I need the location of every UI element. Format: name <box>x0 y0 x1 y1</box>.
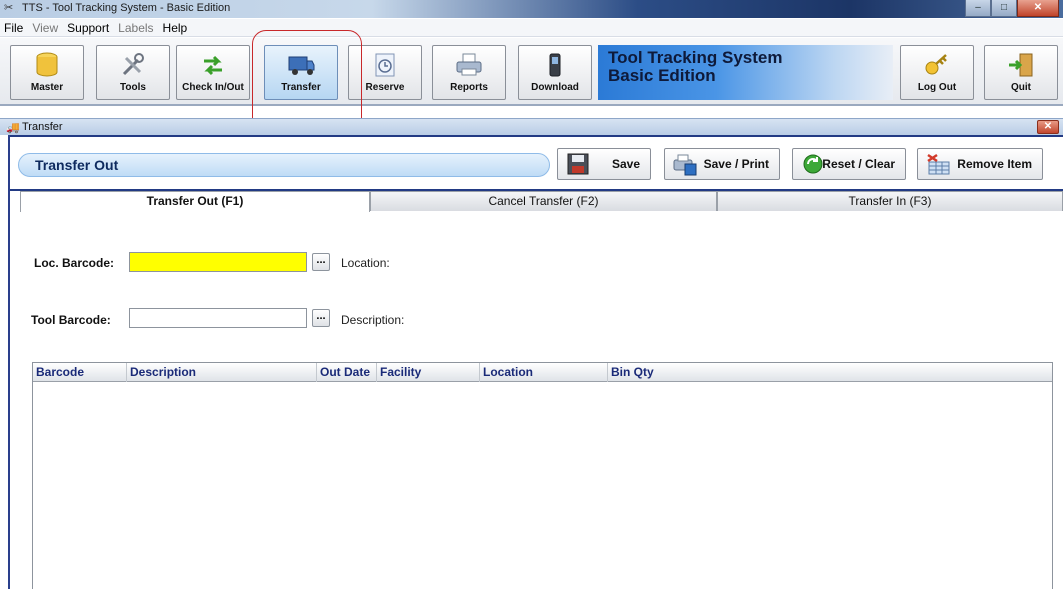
master-label: Master <box>30 82 64 93</box>
transfer-window-icon: 🚚 <box>6 122 20 134</box>
loc-barcode-label: Loc. Barcode: <box>34 256 115 270</box>
key-icon <box>925 54 947 75</box>
transfer-window: Transfer Out Save Save / Print Reset / C… <box>8 135 1063 589</box>
brand-banner: Tool Tracking System Basic Edition <box>598 45 893 100</box>
brand-title: Tool Tracking System <box>608 48 783 67</box>
grid-header: Barcode Description Out Date Facility Lo… <box>33 363 1052 382</box>
quit-label: Quit <box>1011 82 1031 93</box>
main-toolbar: Master Tools Check In/Out Transfer Reser… <box>0 38 1063 106</box>
tool-barcode-browse-button[interactable]: ... <box>312 309 330 327</box>
col-location[interactable]: Location <box>480 363 608 382</box>
maximize-button[interactable]: □ <box>991 0 1017 17</box>
remove-item-label: Remove Item <box>957 157 1032 171</box>
reports-button[interactable]: Reports <box>432 45 506 100</box>
location-label: Location: <box>341 256 390 270</box>
menu-labels[interactable]: Labels <box>118 21 153 35</box>
tool-barcode-input[interactable] <box>129 308 307 328</box>
download-button[interactable]: Download <box>518 45 592 100</box>
loc-barcode-input[interactable] <box>129 252 307 272</box>
save-print-button[interactable]: Save / Print <box>664 148 780 180</box>
col-barcode[interactable]: Barcode <box>33 363 127 382</box>
arrows-icon <box>204 55 222 76</box>
remove-row-icon <box>927 153 950 175</box>
handheld-icon <box>549 53 561 77</box>
download-label: Download <box>531 82 579 93</box>
tools-button[interactable]: Tools <box>96 45 170 100</box>
master-button[interactable]: Master <box>10 45 84 100</box>
quit-button[interactable]: Quit <box>984 45 1058 100</box>
tool-barcode-label: Tool Barcode: <box>31 313 111 327</box>
mode-title: Transfer Out <box>18 153 550 177</box>
action-bar: Transfer Out Save Save / Print Reset / C… <box>10 135 1063 191</box>
logout-button[interactable]: Log Out <box>900 45 974 100</box>
highlight-circle <box>252 30 362 132</box>
reset-clear-button[interactable]: Reset / Clear <box>792 148 906 180</box>
reset-clear-label: Reset / Clear <box>822 157 895 171</box>
tab-transfer-in[interactable]: Transfer In (F3) <box>717 191 1063 211</box>
col-description[interactable]: Description <box>127 363 317 382</box>
tab-cancel-transfer[interactable]: Cancel Transfer (F2) <box>370 191 717 211</box>
save-label: Save <box>611 157 640 171</box>
loc-barcode-browse-button[interactable]: ... <box>312 253 330 271</box>
child-window-title: Transfer <box>22 121 63 133</box>
save-print-icon <box>673 154 697 176</box>
logout-label: Log Out <box>917 82 957 93</box>
exit-door-icon <box>1009 53 1033 77</box>
remove-item-button[interactable]: Remove Item <box>917 148 1043 180</box>
checkinout-label: Check In/Out <box>182 82 244 93</box>
menu-support[interactable]: Support <box>67 21 109 35</box>
col-facility[interactable]: Facility <box>377 363 480 382</box>
tools-label: Tools <box>120 82 146 93</box>
menu-bar: File View Support Labels Help <box>0 19 1063 37</box>
floppy-icon <box>567 153 589 175</box>
app-tools-icon: ✂ <box>4 2 14 14</box>
col-bin-qty[interactable]: Bin Qty <box>608 363 1052 382</box>
child-close-button[interactable]: ✕ <box>1037 120 1059 134</box>
menu-file[interactable]: File <box>4 21 23 35</box>
reports-label: Reports <box>450 82 488 93</box>
window-controls: – □ ✕ <box>965 0 1059 17</box>
printer-icon <box>456 53 482 76</box>
tools-icon <box>122 53 144 76</box>
window-titlebar: ✂ TTS - Tool Tracking System - Basic Edi… <box>0 0 1063 18</box>
close-button[interactable]: ✕ <box>1017 0 1059 17</box>
tab-transfer-out[interactable]: Transfer Out (F1) <box>20 191 370 212</box>
description-label: Description: <box>341 313 405 327</box>
save-button[interactable]: Save <box>557 148 651 180</box>
checkinout-button[interactable]: Check In/Out <box>176 45 250 100</box>
save-print-label: Save / Print <box>703 157 769 171</box>
minimize-button[interactable]: – <box>965 0 991 17</box>
database-icon <box>36 52 58 77</box>
brand-edition: Basic Edition <box>608 66 716 85</box>
clock-icon <box>375 53 395 77</box>
transfer-tabs: Transfer Out (F1) Cancel Transfer (F2) T… <box>20 191 1063 212</box>
menu-view[interactable]: View <box>32 21 58 35</box>
window-title: TTS - Tool Tracking System - Basic Editi… <box>22 2 231 14</box>
transfer-items-grid[interactable]: Barcode Description Out Date Facility Lo… <box>32 362 1053 589</box>
child-window-titlebar: 🚚 Transfer ✕ <box>0 118 1063 135</box>
col-out-date[interactable]: Out Date <box>317 363 377 382</box>
menu-help[interactable]: Help <box>163 21 188 35</box>
